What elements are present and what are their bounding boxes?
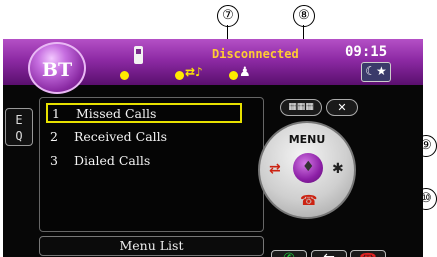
eq-label-q: Q	[15, 129, 23, 143]
call-menu-list: 1 Missed Calls 2 Received Calls 3 Dialed…	[39, 97, 264, 232]
head-unit-screen: ⇄♪ ♟ Disconnected 09:15 ☾★ BT E Q 1 Miss…	[3, 39, 423, 257]
transfer-call-button[interactable]: ⇆	[311, 250, 347, 257]
menu-item-missed-calls[interactable]: 1 Missed Calls	[46, 103, 242, 123]
callout-8: ⑧	[293, 5, 315, 27]
list-item-number: 2	[50, 129, 58, 144]
swap-icon: ⇆	[323, 251, 335, 257]
music-transfer-icon: ⇄♪	[185, 65, 203, 79]
mute-icon: ♟	[239, 65, 251, 80]
status-dot	[229, 71, 238, 80]
status-dot	[175, 71, 184, 80]
list-item-label: Missed Calls	[75, 106, 157, 121]
eq-label-e: E	[15, 113, 23, 127]
list-item-number: 1	[52, 106, 60, 121]
keypad-button[interactable]: ▦▦▦	[280, 99, 322, 116]
bt-button[interactable]: BT	[28, 42, 86, 94]
pad-center-button[interactable]: ♦	[293, 153, 323, 183]
eq-button[interactable]: E Q	[5, 108, 33, 146]
wrench-icon: ✕	[337, 101, 347, 114]
settings-button[interactable]: ✕	[326, 99, 358, 116]
menu-item-received-calls[interactable]: 2 Received Calls	[46, 127, 242, 147]
menu-list-title: Menu List	[39, 236, 264, 256]
green-phone-icon: ✆	[283, 251, 295, 257]
red-phone-icon: ☎	[359, 251, 376, 257]
keypad-icon: ▦▦▦	[288, 102, 314, 112]
list-item-number: 3	[50, 153, 58, 168]
mic-icon: ♦	[302, 159, 315, 175]
answer-call-button[interactable]: ✆	[271, 250, 307, 257]
menu-navigation-pad[interactable]: MENU ♦ ⇄ ✱ ☎	[258, 121, 356, 219]
callout-7: ⑦	[217, 5, 239, 27]
bluetooth-icon[interactable]: ✱	[332, 161, 344, 177]
menu-item-dialed-calls[interactable]: 3 Dialed Calls	[46, 151, 242, 171]
end-call-button[interactable]: ☎	[350, 250, 386, 257]
connection-status: Disconnected	[212, 47, 299, 61]
list-item-label: Received Calls	[73, 129, 168, 144]
list-item-label: Dialed Calls	[73, 153, 151, 168]
clock: 09:15	[345, 44, 388, 60]
status-dot	[120, 71, 129, 80]
pad-down-icon[interactable]: ☎	[300, 193, 317, 209]
phone-icon	[134, 46, 143, 64]
moon-star-icon: ☾★	[361, 62, 391, 82]
pad-left-icon[interactable]: ⇄	[269, 161, 281, 177]
pad-menu-label: MENU	[288, 133, 326, 146]
